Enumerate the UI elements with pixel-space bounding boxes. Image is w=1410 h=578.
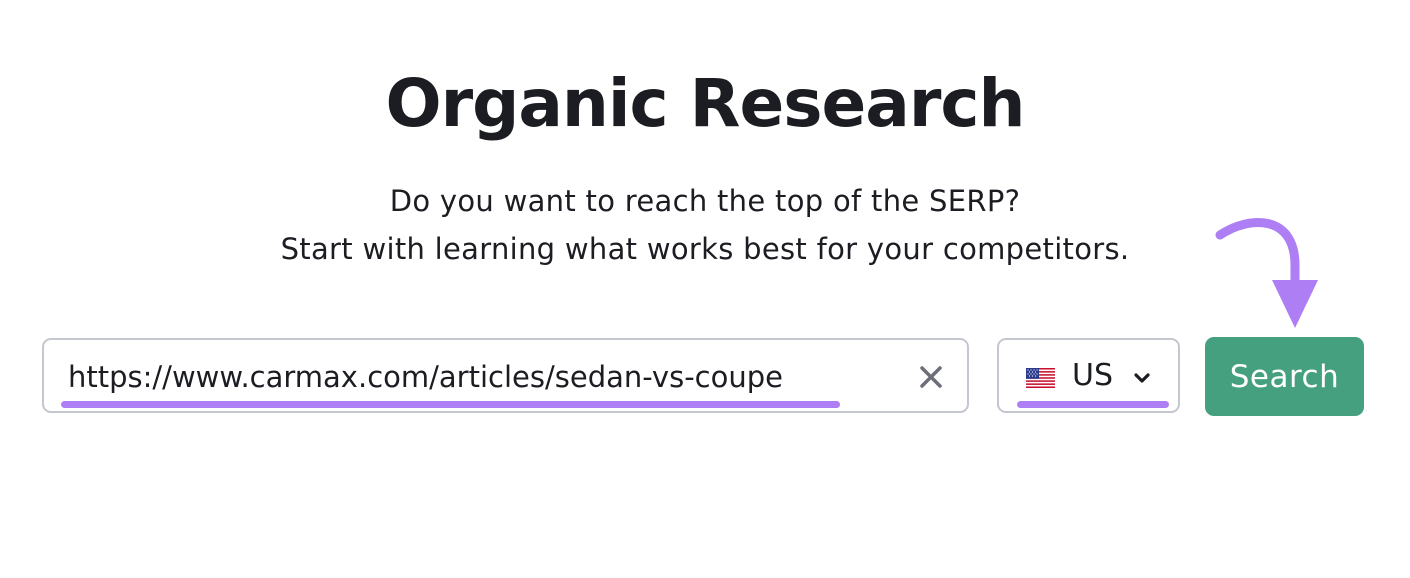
url-search-box[interactable] — [42, 338, 969, 413]
organic-research-page: Organic Research Do you want to reach th… — [0, 0, 1410, 578]
us-flag-icon — [1026, 368, 1055, 388]
page-subtitle-line1: Do you want to reach the top of the SERP… — [389, 184, 1021, 218]
search-input-highlight-underline — [61, 401, 840, 408]
country-select[interactable]: US — [997, 338, 1180, 413]
page-subtitle-line2: Start with learning what works best for … — [280, 232, 1130, 266]
url-search-input[interactable] — [68, 354, 868, 400]
chevron-down-icon — [1131, 370, 1153, 386]
curved-arrow-icon — [1210, 210, 1330, 335]
country-label: US — [1072, 358, 1114, 393]
page-title: Organic Research — [385, 65, 1026, 142]
close-icon[interactable] — [916, 362, 946, 392]
search-button[interactable]: Search — [1205, 337, 1364, 416]
country-highlight-underline — [1017, 401, 1169, 408]
